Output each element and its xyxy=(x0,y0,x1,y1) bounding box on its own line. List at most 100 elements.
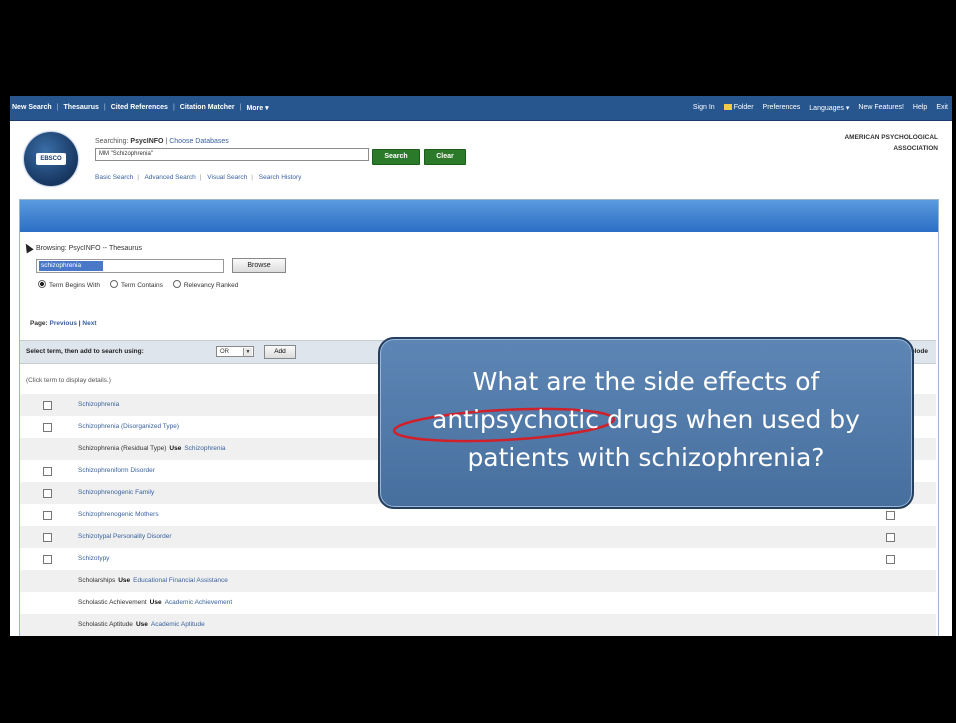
term-checkbox[interactable] xyxy=(43,401,52,410)
term-checkbox[interactable] xyxy=(43,467,52,476)
nav-help[interactable]: Help xyxy=(913,104,927,112)
searching-label: Searching: xyxy=(95,138,129,145)
term-checkbox[interactable] xyxy=(43,555,52,564)
nav-preferences[interactable]: Preferences xyxy=(763,104,801,112)
nav-citation-matcher[interactable]: Citation Matcher xyxy=(180,104,235,112)
logo-badge: EBSCO xyxy=(36,153,66,165)
chevron-down-icon: ▼ xyxy=(243,348,252,356)
term-checkbox[interactable] xyxy=(43,489,52,498)
nav-new-features[interactable]: New Features! xyxy=(858,104,904,112)
publisher-line2: ASSOCIATION xyxy=(893,145,938,152)
add-button[interactable]: Add xyxy=(264,345,296,359)
term-label: Scholastic Achievement xyxy=(78,599,147,606)
term-label[interactable]: Schizophrenogenic Family xyxy=(78,489,154,496)
use-target-link[interactable]: Academic Achievement xyxy=(165,599,233,606)
click-hint: (Click term to display details.) xyxy=(26,377,111,384)
term-label[interactable]: Schizotypy xyxy=(78,555,109,562)
term-label[interactable]: Schizophrenia xyxy=(78,401,119,408)
choose-databases-link[interactable]: Choose Databases xyxy=(169,138,229,145)
advanced-search-link[interactable]: Advanced Search xyxy=(144,174,195,181)
option-term-contains[interactable]: Term Contains xyxy=(109,280,163,289)
nav-folder[interactable]: Folder xyxy=(723,104,754,112)
term-entry[interactable]: Schizotypal Personality Disorder xyxy=(78,533,172,540)
use-target-link[interactable]: Academic Aptitude xyxy=(151,621,205,628)
option-relevancy[interactable]: Relevancy Ranked xyxy=(172,280,239,289)
table-row: Scholarships Use Educational Financial Ass… xyxy=(20,570,936,592)
operator-select[interactable]: OR ▼ xyxy=(216,346,254,357)
search-input[interactable]: MM "Schizophrenia" xyxy=(95,148,369,161)
callout-line2: antipsychotic drugs when used by xyxy=(432,405,860,434)
browsing-title: Browsing: PsycINFO -- Thesaurus xyxy=(22,241,142,254)
explode-checkbox[interactable] xyxy=(886,511,895,520)
term-checkbox[interactable] xyxy=(43,423,52,432)
term-entry[interactable]: Schizotypy xyxy=(78,555,109,562)
search-mode-links: Basic Search | Advanced Search | Visual Se… xyxy=(95,174,302,181)
use-label: Use xyxy=(118,577,131,584)
nav-exit[interactable]: Exit xyxy=(936,104,948,112)
nav-sign-in[interactable]: Sign In xyxy=(693,104,715,112)
explode-checkbox[interactable] xyxy=(886,533,895,542)
nav-folder-label: Folder xyxy=(733,104,754,111)
search-history-link[interactable]: Search History xyxy=(259,174,302,181)
table-row: Scholastic Achievement Use Academic Achiev… xyxy=(20,592,936,614)
term-checkbox[interactable] xyxy=(43,511,52,520)
radio-icon xyxy=(172,280,181,288)
basic-search-link[interactable]: Basic Search xyxy=(95,174,133,181)
topnav-left-links: New Search | Thesaurus | Cited References |… xyxy=(12,104,269,112)
radio-icon xyxy=(38,280,46,288)
table-row: Schizotypy xyxy=(20,548,936,570)
option-label: Term Contains xyxy=(120,282,163,289)
topnav-right-links: Sign In Folder Preferences Languages ▾ N… xyxy=(693,104,948,112)
folder-icon xyxy=(723,104,732,110)
pager-previous[interactable]: Previous xyxy=(50,320,77,327)
ebsco-logo[interactable]: EBSCO xyxy=(24,132,78,186)
term-label[interactable]: Schizotypal Personality Disorder xyxy=(78,533,172,540)
use-label: Use xyxy=(149,599,162,606)
search-button[interactable]: Search xyxy=(372,149,420,165)
term-entry[interactable]: Schizophreniform Disorder xyxy=(78,467,155,474)
use-label: Use xyxy=(135,621,148,628)
table-row: Schizotypal Personality Disorder xyxy=(20,526,936,548)
term-entry: Schizophrenia (Residual Type) Use Schizoph… xyxy=(78,445,226,452)
term-entry: Scholastic Achievement Use Academic Achiev… xyxy=(78,599,232,606)
add-instruction: Select term, then add to search using: xyxy=(26,348,144,355)
visual-search-link[interactable]: Visual Search xyxy=(207,174,247,181)
explode-checkbox[interactable] xyxy=(886,555,895,564)
searching-database: PsycINFO xyxy=(130,138,164,145)
term-label[interactable]: Schizophrenogenic Mothers xyxy=(78,511,159,518)
nav-more[interactable]: More ▾ xyxy=(246,104,268,112)
callout-line1: What are the side effects of xyxy=(472,367,820,396)
term-entry[interactable]: Schizophrenia xyxy=(78,401,119,408)
nav-cited-references[interactable]: Cited References xyxy=(111,104,168,112)
option-term-begins[interactable]: Term Begins With xyxy=(38,280,100,289)
term-entry: Scholarships Use Educational Financial Ass… xyxy=(78,577,228,584)
radio-icon xyxy=(109,280,118,288)
term-entry[interactable]: Schizophrenia (Disorganized Type) xyxy=(78,423,179,430)
nav-new-search[interactable]: New Search xyxy=(12,104,52,112)
publisher-name: AMERICAN PSYCHOLOGICAL ASSOCIATION xyxy=(844,132,938,154)
term-entry[interactable]: Schizophrenogenic Mothers xyxy=(78,511,159,518)
use-label: Use xyxy=(169,445,182,452)
term-label[interactable]: Schizophreniform Disorder xyxy=(78,467,155,474)
callout-question: What are the side effects of antipsychot… xyxy=(380,363,912,477)
browse-input[interactable]: schizophrenia xyxy=(36,259,224,273)
use-target-link[interactable]: Educational Financial Assistance xyxy=(133,577,228,584)
term-checkbox[interactable] xyxy=(43,533,52,542)
question-callout: What are the side effects of antipsychot… xyxy=(378,337,914,509)
option-label: Term Begins With xyxy=(49,282,100,289)
callout-line3: patients with schizophrenia? xyxy=(467,443,825,472)
option-label: Relevancy Ranked xyxy=(183,282,239,289)
term-label: Scholastic Aptitude xyxy=(78,621,133,628)
publisher-line1: AMERICAN PSYCHOLOGICAL xyxy=(844,134,938,141)
nav-thesaurus[interactable]: Thesaurus xyxy=(64,104,99,112)
pager-next[interactable]: Next xyxy=(82,320,96,327)
term-label[interactable]: Schizophrenia (Disorganized Type) xyxy=(78,423,179,430)
app-window: New Search | Thesaurus | Cited References |… xyxy=(10,96,952,636)
browse-button[interactable]: Browse xyxy=(232,258,286,273)
nav-languages[interactable]: Languages ▾ xyxy=(809,104,849,112)
term-entry[interactable]: Schizophrenogenic Family xyxy=(78,489,154,496)
top-navigation-bar: New Search | Thesaurus | Cited References |… xyxy=(10,96,952,121)
clear-button[interactable]: Clear xyxy=(424,149,466,165)
use-target-link[interactable]: Schizophrenia xyxy=(184,445,225,452)
table-row: Scholastic Aptitude Use Academic Aptitude xyxy=(20,614,936,636)
